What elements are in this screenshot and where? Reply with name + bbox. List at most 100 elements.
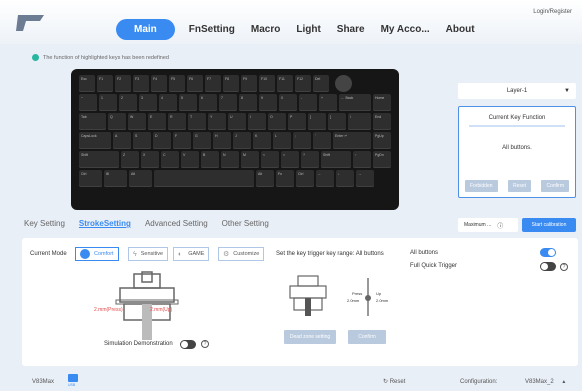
keyboard-key[interactable]: Enter ↵ xyxy=(333,132,371,149)
keyboard-key[interactable]: B xyxy=(201,151,219,168)
keyboard-key[interactable]: Home xyxy=(373,94,391,111)
keyboard-key[interactable]: 1 xyxy=(99,94,117,111)
tab-advanced-setting[interactable]: Advanced Setting xyxy=(145,219,208,228)
keyboard-key[interactable]: F4 xyxy=(151,75,167,92)
nav-about[interactable]: About xyxy=(446,24,475,35)
tab-key-setting[interactable]: Key Setting xyxy=(24,219,65,228)
keyboard-key[interactable]: S xyxy=(133,132,151,149)
nav-my-account[interactable]: My Acco... xyxy=(381,24,430,35)
keyboard-key[interactable]: X xyxy=(141,151,159,168)
keyboard-key[interactable]: ? xyxy=(301,151,319,168)
keyboard-key[interactable]: J xyxy=(233,132,251,149)
keyboard-key[interactable]: PgUp xyxy=(373,132,391,149)
keyboard-key[interactable]: 8 xyxy=(239,94,257,111)
tab-other-setting[interactable]: Other Setting xyxy=(222,219,269,228)
keyboard-key[interactable]: Del xyxy=(313,75,329,92)
keyboard-key[interactable]: Y xyxy=(208,113,226,130)
keyboard-key[interactable]: L xyxy=(273,132,291,149)
help-icon[interactable]: ? xyxy=(201,340,209,348)
keyboard-key[interactable] xyxy=(154,170,254,187)
keyboard-key[interactable]: 4 xyxy=(159,94,177,111)
keyboard-key[interactable]: ⊞ xyxy=(104,170,127,187)
keyboard-key[interactable]: ← Back xyxy=(339,94,371,111)
keyboard-key[interactable]: P xyxy=(288,113,306,130)
confirm-button[interactable]: Confirm xyxy=(541,180,569,192)
keyboard-key[interactable]: F12 xyxy=(295,75,311,92)
keyboard-key[interactable]: K xyxy=(253,132,271,149)
keyboard-key[interactable]: G xyxy=(193,132,211,149)
keyboard-key[interactable]: C xyxy=(161,151,179,168)
keyboard-key[interactable]: O xyxy=(268,113,286,130)
keyboard-key[interactable]: \ xyxy=(348,113,371,130)
keyboard-key[interactable]: H xyxy=(213,132,231,149)
volume-knob[interactable] xyxy=(335,75,352,92)
keyboard-key[interactable]: < xyxy=(261,151,279,168)
keyboard-key[interactable]: Ctrl xyxy=(79,170,102,187)
all-buttons-toggle[interactable] xyxy=(540,248,556,257)
nav-light[interactable]: Light xyxy=(296,24,320,35)
keyboard-key[interactable]: V xyxy=(181,151,199,168)
keyboard-key[interactable]: ] xyxy=(328,113,346,130)
keyboard-key[interactable]: Shift xyxy=(79,151,119,168)
login-register-link[interactable]: Login/Register xyxy=(533,9,572,15)
keyboard-key[interactable]: Ctrl xyxy=(296,170,314,187)
nav-fnsetting[interactable]: FnSetting xyxy=(189,24,235,35)
keyboard-key[interactable]: 3 xyxy=(139,94,157,111)
tab-stroke-setting[interactable]: StrokeSetting xyxy=(79,219,131,228)
keyboard-key[interactable]: - xyxy=(299,94,317,111)
keyboard-key[interactable]: A xyxy=(113,132,131,149)
travel-slider-handle[interactable] xyxy=(365,295,371,301)
keyboard-key[interactable]: → xyxy=(356,170,374,187)
maximum-select[interactable]: Maximum ... ⓘ xyxy=(458,218,518,232)
confirm-stroke-button[interactable]: Confirm xyxy=(348,330,386,344)
keyboard-key[interactable]: F1 xyxy=(97,75,113,92)
layer-select[interactable]: Layer-1 ▼ xyxy=(458,83,576,99)
mode-sensitive-button[interactable]: ϟ Sensitive xyxy=(128,247,169,261)
dead-zone-setting-button[interactable]: Dead zone setting xyxy=(284,330,336,344)
keyboard-key[interactable]: U xyxy=(228,113,246,130)
keyboard-key[interactable]: Q xyxy=(108,113,126,130)
keyboard-key[interactable]: E xyxy=(148,113,166,130)
keyboard-key[interactable]: Tab xyxy=(79,113,106,130)
keyboard-key[interactable]: ↑ xyxy=(353,151,371,168)
nav-share[interactable]: Share xyxy=(337,24,365,35)
keyboard-key[interactable]: N xyxy=(221,151,239,168)
keyboard-key[interactable]: 9 xyxy=(259,94,277,111)
keyboard-key[interactable]: ; xyxy=(293,132,311,149)
reset-link[interactable]: ↻ Reset xyxy=(383,378,405,385)
keyboard-key[interactable]: I xyxy=(248,113,266,130)
keyboard-key[interactable]: F6 xyxy=(187,75,203,92)
keyboard-key[interactable]: CapsLock xyxy=(79,132,111,149)
keyboard-key[interactable]: F8 xyxy=(223,75,239,92)
keyboard-key[interactable]: R xyxy=(168,113,186,130)
help-icon[interactable]: ? xyxy=(560,263,568,271)
start-calibration-button[interactable]: Start calibration xyxy=(522,218,576,232)
keyboard-key[interactable]: Z xyxy=(121,151,139,168)
keyboard-key[interactable]: F2 xyxy=(115,75,131,92)
simulation-toggle[interactable] xyxy=(180,340,196,349)
mode-comfort-button[interactable]: Comfort xyxy=(75,247,119,261)
keyboard-key[interactable]: Alt xyxy=(256,170,274,187)
keyboard-key[interactable]: T xyxy=(188,113,206,130)
keyboard-key[interactable]: 5 xyxy=(179,94,197,111)
keyboard-key[interactable]: M xyxy=(241,151,259,168)
keyboard-key[interactable]: F7 xyxy=(205,75,221,92)
nav-main[interactable]: Main xyxy=(116,18,175,40)
keyboard-key[interactable]: ← xyxy=(316,170,334,187)
reset-button[interactable]: Reset xyxy=(507,180,532,192)
keyboard-key[interactable]: Esc xyxy=(79,75,95,92)
keyboard-key[interactable]: ↓ xyxy=(336,170,354,187)
full-quick-trigger-toggle[interactable] xyxy=(540,262,556,271)
keyboard-key[interactable]: F11 xyxy=(277,75,293,92)
keyboard-key[interactable]: 7 xyxy=(219,94,237,111)
forbidden-button[interactable]: Forbidden xyxy=(465,180,498,192)
keyboard-key[interactable]: 6 xyxy=(199,94,217,111)
keyboard-key[interactable]: F xyxy=(173,132,191,149)
keyboard-key[interactable]: 0 xyxy=(279,94,297,111)
keyboard-key[interactable]: F3 xyxy=(133,75,149,92)
keyboard-key[interactable]: Alt xyxy=(129,170,152,187)
mode-customize-button[interactable]: ⚙ Customize xyxy=(218,247,265,261)
mode-game-button[interactable]: ◐ GAME xyxy=(173,247,210,261)
keyboard-key[interactable]: PgDn xyxy=(373,151,391,168)
keyboard-key[interactable]: Fn xyxy=(276,170,294,187)
